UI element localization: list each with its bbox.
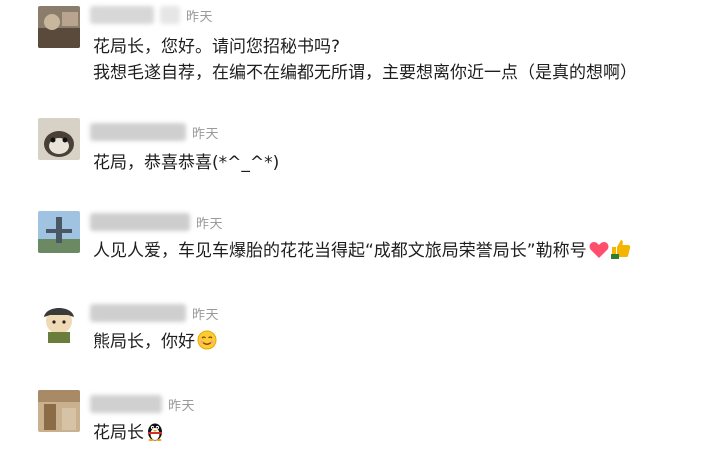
comment-text: 熊局长，你好 (93, 329, 217, 358)
avatar[interactable] (38, 390, 80, 432)
heart-icon (589, 241, 609, 267)
avatar[interactable] (38, 301, 80, 343)
timestamp: 昨天 (186, 9, 214, 25)
comment-text-line: 花局长，您好。请问您招秘书吗? (93, 37, 341, 57)
smile-icon (197, 330, 217, 358)
timestamp: 昨天 (196, 216, 224, 232)
comment-meta: 昨天 (90, 302, 219, 324)
comment-text-line: 花局长 (93, 423, 144, 443)
username-obscured[interactable] (90, 6, 154, 24)
comment-meta: 昨天 (90, 211, 223, 233)
username-obscured[interactable] (90, 304, 186, 322)
avatar[interactable] (38, 211, 80, 253)
timestamp: 昨天 (192, 307, 220, 323)
avatar[interactable] (38, 118, 80, 160)
username-obscured[interactable] (90, 395, 162, 413)
comment-text: 人见人爱，车见车爆胎的花花当得起“成都文旅局荣誉局长”勒称号 (93, 238, 631, 267)
comment-meta: 昨天 (90, 121, 219, 143)
thumbs-up-icon (610, 239, 631, 267)
comment-meta: 昨天 (90, 393, 195, 415)
timestamp: 昨天 (168, 398, 196, 414)
username-obscured[interactable] (90, 123, 186, 141)
username-obscured-part (160, 6, 180, 24)
comment-text-line: 熊局长，你好 (93, 332, 195, 352)
comment-text-line: 人见人爱，车见车爆胎的花花当得起“成都文旅局荣誉局长”勒称号 (93, 241, 587, 261)
comment-text-line: 花局，恭喜恭喜(*^_^*) (93, 153, 280, 173)
avatar[interactable] (38, 6, 80, 48)
comment-meta: 昨天 (90, 4, 213, 26)
penguin-icon (146, 421, 164, 449)
comment-text: 花局长 (93, 420, 164, 449)
username-obscured[interactable] (90, 213, 190, 231)
comment-text-line: 我想毛遂自荐，在编不在编都无所谓，主要想离你近一点（是真的想啊） (93, 63, 637, 83)
timestamp: 昨天 (192, 126, 220, 142)
